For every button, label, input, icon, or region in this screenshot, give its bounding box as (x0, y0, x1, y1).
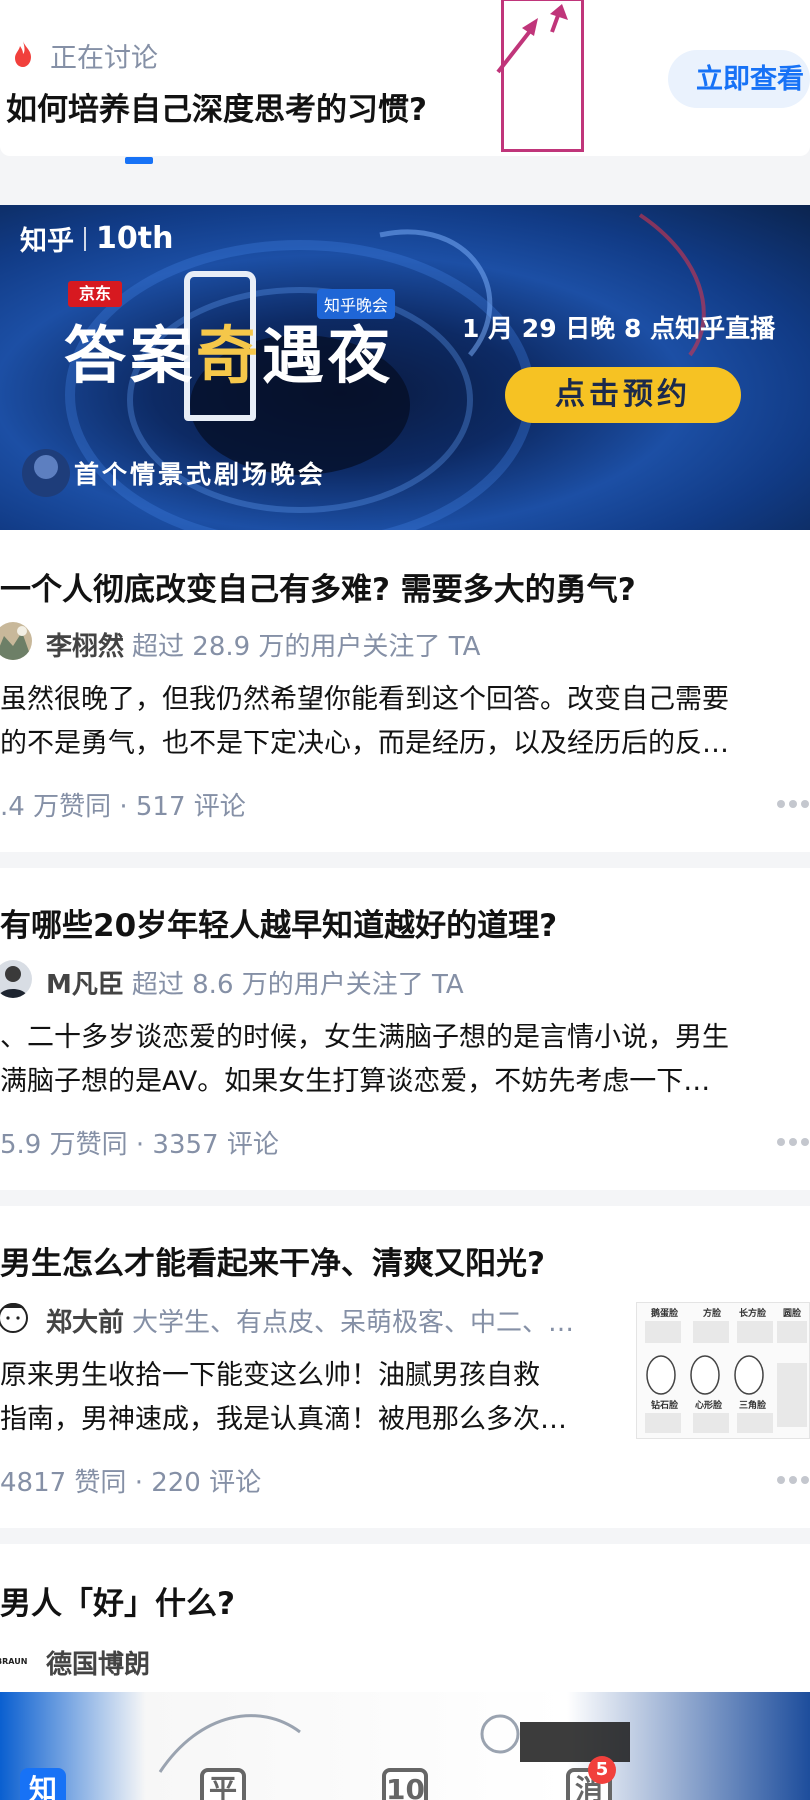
thumb-label: 钻石脸 (651, 1399, 679, 1411)
card-title[interactable]: 一个人彻底改变自己有多难? 需要多大的勇气? (0, 564, 636, 609)
hot-label: 正在讨论 (50, 43, 158, 74)
banner-title-part-3: 遇夜 (262, 319, 395, 392)
view-now-button[interactable]: 立即查看 (668, 50, 810, 108)
card-title[interactable]: 男生怎么才能看起来干净、清爽又阳光? (0, 1238, 545, 1283)
avatar[interactable] (0, 622, 32, 660)
thumb-label: 三角脸 (739, 1399, 767, 1411)
banner-date: 1 月 29 日晚 8 点知乎直播 (462, 314, 776, 343)
carousel-indicator (125, 157, 153, 164)
avatar[interactable]: BRAUN (0, 1640, 28, 1678)
promo-banner[interactable]: 知乎 10th 京东 答案奇遇夜 知乎晚会 1 月 29 日晚 8 点知乎直播 … (0, 205, 810, 530)
excerpt-line-2[interactable]: 的不是勇气，也不是下定决心，而是经历，以及经历后的反… (0, 722, 729, 766)
banner-title-part-2: 奇 (196, 319, 263, 392)
tab-discover[interactable]: 平 (200, 1768, 246, 1800)
feed-card[interactable]: 有哪些20岁年轻人越早知道越好的道理? M凡臣 超过 8.6 万的用户关注了 TA… (0, 868, 810, 1190)
card-stats: 4817 赞同 · 220 评论 (0, 1468, 262, 1498)
more-options-icon[interactable] (776, 1474, 810, 1486)
author-line: M凡臣 超过 8.6 万的用户关注了 TA (46, 964, 464, 1001)
face-shape-thumbnail[interactable]: 鹅蛋脸 方脸 长方脸 圆脸 钻石脸 心形脸 三角脸 (636, 1302, 810, 1439)
author-line: 李栩然 超过 28.9 万的用户关注了 TA (46, 626, 480, 663)
brand-separator (84, 226, 86, 251)
excerpt-line-1[interactable]: 原来男生收拾一下能变这么帅！油腻男孩自救 (0, 1354, 540, 1398)
more-options-icon[interactable] (776, 1136, 810, 1148)
more-options-icon[interactable] (776, 798, 810, 810)
feed-card[interactable]: 一个人彻底改变自己有多难? 需要多大的勇气? 李栩然 超过 28.9 万的用户关注… (0, 530, 810, 852)
author-meta: 超过 28.9 万的用户关注了 TA (132, 632, 481, 662)
annotation-box (501, 0, 584, 152)
author-meta: 超过 8.6 万的用户关注了 TA (131, 970, 464, 1000)
card-title[interactable]: 男人「好」什么? (0, 1578, 235, 1623)
thumb-label: 鹅蛋脸 (651, 1307, 679, 1319)
feed-card-ad[interactable]: 男人「好」什么? BRAUN 德国博朗 (0, 1544, 810, 1692)
avatar[interactable] (0, 960, 32, 998)
card-stats: 5.9 万赞同 · 3357 评论 (0, 1130, 279, 1160)
flame-icon (15, 41, 31, 67)
face-shape-chart: 鹅蛋脸 方脸 长方脸 圆脸 钻石脸 心形脸 三角脸 (645, 1307, 807, 1433)
author-meta: 大学生、有点皮、呆萌极客、中二、… (132, 1308, 575, 1338)
card-title[interactable]: 有哪些20岁年轻人越早知道越好的道理? (0, 900, 557, 945)
thumb-label: 长方脸 (739, 1307, 767, 1319)
author-line: 郑大前 大学生、有点皮、呆萌极客、中二、… (46, 1302, 574, 1339)
thumb-label: 方脸 (703, 1307, 722, 1319)
excerpt-line-1[interactable]: 、二十多岁谈恋爱的时候，女生满脑子想的是言情小说，男生 (0, 1016, 729, 1060)
excerpt-line-2[interactable]: 指南，男神速成，我是认真滴！被甩那么多次… (0, 1398, 567, 1442)
feed-card[interactable]: 男生怎么才能看起来干净、清爽又阳光? 郑大前 大学生、有点皮、呆萌极客、中二、… … (0, 1206, 810, 1528)
hot-discussion-bar[interactable]: 正在讨论 如何培养自己深度思考的习惯? 立即查看 (0, 0, 810, 156)
braun-logo: BRAUN (0, 1657, 27, 1666)
author-name[interactable]: 郑大前 (46, 1308, 124, 1338)
author-line: 德国博朗 (46, 1644, 150, 1681)
thumb-label: 圆脸 (783, 1307, 802, 1319)
excerpt-line-1[interactable]: 虽然很晚了，但我仍然希望你能看到这个回答。改变自己需要 (0, 678, 729, 722)
banner-title-part-1: 答案 (64, 319, 197, 392)
author-name[interactable]: 德国博朗 (46, 1650, 150, 1680)
hot-question[interactable]: 如何培养自己深度思考的习惯? (6, 84, 427, 129)
author-name[interactable]: M凡臣 (46, 970, 124, 1000)
excerpt-line-2[interactable]: 满脑子想的是AV。如果女生打算谈恋爱，不妨先考虑一下… (0, 1060, 710, 1104)
tab-tenth[interactable]: 10 (382, 1768, 428, 1800)
notification-badge: 5 (588, 1756, 616, 1784)
author-name[interactable]: 李栩然 (46, 632, 124, 662)
reserve-button[interactable]: 点击预约 (505, 367, 741, 423)
thumb-label: 心形脸 (695, 1399, 723, 1411)
zhihu-logo: 知乎 (20, 226, 74, 257)
banner-brand: 知乎 10th (20, 219, 173, 258)
bottom-tab-bar: 知 平 10 消 (0, 1752, 810, 1800)
banner-tag: 知乎晚会 (317, 289, 396, 319)
avatar[interactable] (0, 1298, 32, 1336)
banner-subtitle: 首个情景式剧场晚会 (74, 460, 327, 489)
tab-home[interactable]: 知 (20, 1768, 66, 1800)
tenth-anniversary-logo: 10th (96, 221, 174, 256)
jd-logo: 京东 (68, 281, 122, 307)
card-stats: .4 万赞同 · 517 评论 (0, 792, 246, 822)
